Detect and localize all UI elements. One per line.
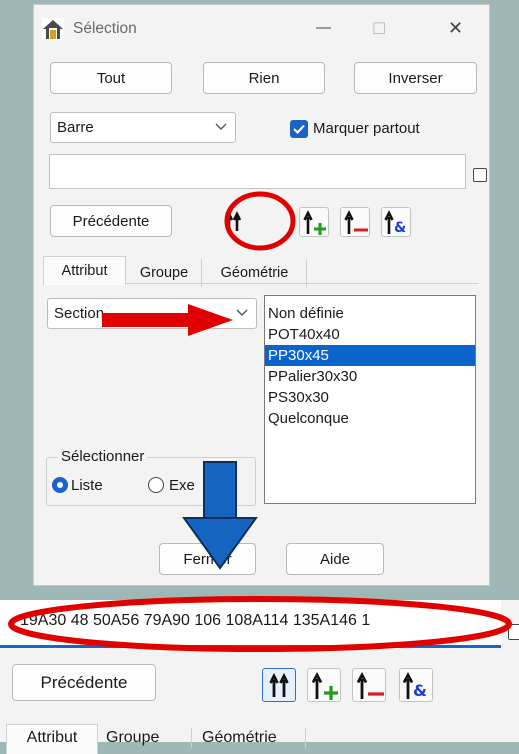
help-button[interactable]: Aide: [286, 543, 384, 575]
svg-text:&: &: [394, 220, 406, 236]
radio-liste[interactable]: [52, 477, 68, 493]
radio-liste-label: Liste: [71, 477, 103, 494]
invert-button[interactable]: Inverser: [354, 62, 477, 94]
annotation-blue-arrow-icon: [182, 461, 258, 570]
select-none-button[interactable]: Rien: [203, 62, 325, 94]
up-plus-icon: [303, 210, 326, 235]
mark-everywhere-checkbox[interactable]: [290, 120, 308, 138]
zoom-tab-geometrie[interactable]: Géométrie: [202, 729, 277, 747]
intersect-selection-button[interactable]: &: [381, 207, 411, 237]
list-item[interactable]: PP30x45: [265, 345, 475, 366]
checkmark-icon: [293, 124, 305, 134]
list-item[interactable]: PS30x30: [265, 387, 475, 408]
zoom-add-selection-button[interactable]: [307, 668, 341, 702]
zoom-tab-attribut[interactable]: Attribut: [6, 724, 98, 754]
list-item[interactable]: PPalier30x30: [265, 366, 475, 387]
attribute-value: Section: [54, 305, 105, 322]
select-all-label: Tout: [96, 69, 126, 87]
annotation-ellipse: [8, 596, 512, 652]
annotation-circle: [224, 191, 296, 251]
window-title: Sélection: [73, 20, 137, 37]
radio-dot-icon: [57, 482, 63, 488]
help-label: Aide: [319, 550, 351, 568]
zoom-previous-label: Précédente: [40, 672, 128, 692]
minimize-button[interactable]: —: [316, 19, 331, 36]
zoom-intersect-selection-button[interactable]: &: [399, 668, 433, 702]
remove-selection-button[interactable]: [340, 207, 370, 237]
up-ampersand-icon: &: [402, 672, 427, 700]
values-list-items: Non définie POT40x40 PP30x45 PPalier30x30 PS…: [265, 303, 475, 429]
list-item[interactable]: POT40x40: [265, 324, 475, 345]
mark-everywhere-label: Marquer partout: [313, 120, 420, 137]
tab-attribut[interactable]: Attribut: [43, 256, 126, 285]
selection-input[interactable]: [49, 154, 466, 189]
svg-text:&: &: [413, 681, 427, 700]
list-item[interactable]: Quelconque: [265, 408, 475, 429]
select-all-button[interactable]: Tout: [50, 62, 172, 94]
chevron-down-icon: [236, 309, 248, 316]
close-window-button[interactable]: ✕: [448, 18, 463, 39]
annotation-red-arrow-icon: [102, 304, 233, 336]
scroll-check-box[interactable]: [473, 168, 487, 182]
object-type-value: Barre: [57, 119, 94, 136]
object-type-select[interactable]: Barre: [50, 112, 236, 143]
radio-exe[interactable]: [148, 477, 164, 493]
zoom-tab-divider: [191, 728, 192, 748]
select-mode-group-label: Sélectionner: [58, 448, 148, 465]
chevron-down-icon: [215, 123, 227, 130]
tab-geometrie[interactable]: Géométrie: [203, 259, 307, 287]
up-ampersand-icon: &: [384, 210, 406, 236]
invert-label: Inverser: [388, 69, 443, 87]
values-listbox[interactable]: Non définie POT40x40 PP30x45 PPalier30x30 PS…: [264, 295, 476, 504]
selection-dialog: Sélection — ☐ ✕ Tout Rien Inverser Barre…: [33, 4, 490, 586]
previous-button[interactable]: Précédente: [50, 205, 172, 237]
double-up-arrow-icon: [269, 672, 289, 697]
zoom-remove-selection-button[interactable]: [352, 668, 386, 702]
up-minus-icon: [356, 672, 384, 699]
up-plus-icon: [311, 672, 338, 700]
add-selection-button[interactable]: [299, 207, 329, 237]
app-icon: [41, 17, 65, 41]
up-minus-icon: [344, 210, 368, 234]
zoom-previous-button[interactable]: Précédente: [12, 664, 156, 701]
zoom-tab-groupe[interactable]: Groupe: [106, 729, 159, 747]
previous-label: Précédente: [72, 212, 150, 230]
zoom-select-up-icon-button[interactable]: [262, 668, 296, 702]
maximize-button[interactable]: ☐: [372, 19, 386, 39]
list-item[interactable]: Non définie: [265, 303, 475, 324]
select-none-label: Rien: [248, 69, 280, 87]
zoom-tab-divider: [305, 728, 306, 748]
tab-groupe[interactable]: Groupe: [127, 259, 202, 287]
